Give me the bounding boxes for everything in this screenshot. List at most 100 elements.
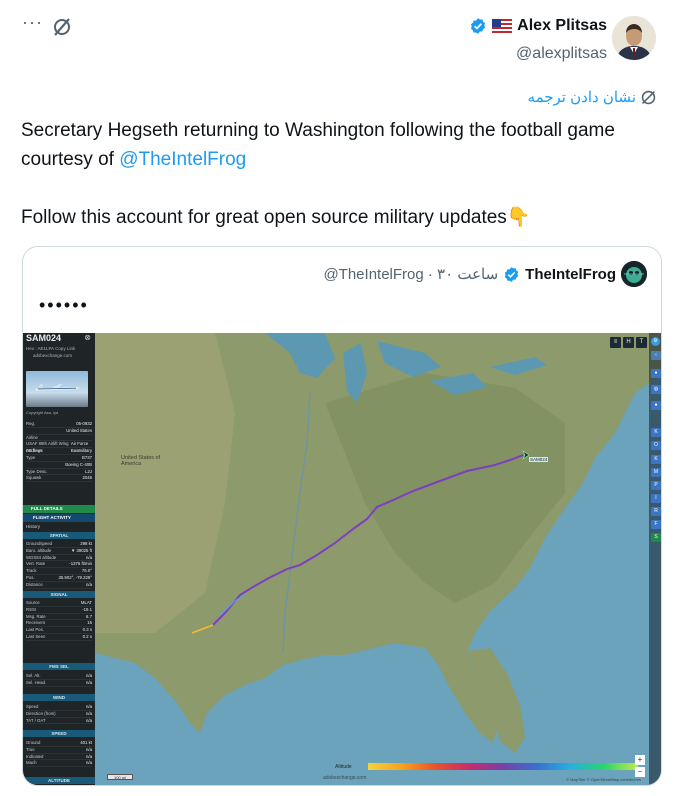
flight-map-image[interactable]: United States of America SAM024 ≡ H T ⚙ … <box>23 333 661 785</box>
map-layers-button[interactable]: ≡ <box>610 337 621 348</box>
panel-row-value: n/a <box>86 760 92 766</box>
panel-row-label: Airline <box>26 434 38 440</box>
spatial-rows: Groundspeed 298 kt Baro. altitude ▼ 39025 f… <box>26 541 92 589</box>
settings-icon[interactable]: ⚙ <box>651 337 660 346</box>
aircraft-info-panel: SAM024 ⊗ Hex : AE1LPA Copy Link adsbexch… <box>23 333 95 785</box>
spatial-section-header[interactable]: SPATIAL <box>23 532 95 539</box>
panel-row-value: ▼ 39025 ft <box>71 547 92 553</box>
map-top-buttons: ≡ H T <box>610 337 647 348</box>
panel-row-value: Air Force Base <box>70 441 89 453</box>
panel-row: DB flags military <box>26 448 92 455</box>
person-icon[interactable]: ● <box>651 369 661 378</box>
panel-row-value: Boeing C-40B <box>65 461 92 467</box>
altitude-legend <box>368 763 638 770</box>
panel-row-label: Sel. Head. <box>26 679 47 685</box>
panel-row-label: Last Pos. <box>26 627 44 633</box>
user-avatar[interactable] <box>612 16 656 60</box>
translate-link[interactable]: نشان دادن ترجمه <box>528 88 657 106</box>
panel-row: Receivers 16 <box>26 620 92 628</box>
mention-link[interactable]: @TheIntelFrog <box>119 149 246 170</box>
panel-row: Groundspeed 298 kt <box>26 541 92 548</box>
quoted-tweet-card[interactable]: @TheIntelFrog · ۳۰ ساعت TheIntelFrog •••… <box>22 246 662 786</box>
panel-row-value: n/a <box>86 673 92 678</box>
map-watermark: adsbexchange.com <box>323 775 367 781</box>
quote-text: •••••• <box>39 295 89 315</box>
history-link[interactable]: History <box>26 524 40 531</box>
toolbar-button-i[interactable]: I <box>651 494 661 503</box>
panel-row: Vert. Rate -1376 ft/min <box>26 561 92 569</box>
map-terrain <box>95 333 661 785</box>
toolbar-button-f[interactable]: F <box>651 520 661 529</box>
panel-row: Pos. 35.902°, -79.229° <box>26 575 92 582</box>
panel-row-label: Source <box>26 600 40 605</box>
panel-row-label: Sel. Alt. <box>26 673 41 678</box>
toolbar-button-m[interactable]: M <box>651 468 661 477</box>
panel-row: Speed n/a <box>26 704 92 711</box>
panel-row-label: Squawk <box>26 475 42 481</box>
full-details-button[interactable]: FULL DETAILS <box>23 505 95 513</box>
toolbar-button-k[interactable]: K <box>651 428 661 437</box>
chevron-left-icon[interactable]: ‹ <box>651 351 661 360</box>
flight-activity-button[interactable]: FLIGHT ACTIVITY <box>23 514 95 522</box>
panel-row: USAF 89th Airlift Wing Andrews Air Force … <box>26 441 92 453</box>
grok-slash-icon[interactable] <box>52 17 72 37</box>
close-icon[interactable]: ⊗ <box>84 334 91 342</box>
toolbar-button-o[interactable]: O <box>651 441 661 450</box>
user-name-row[interactable]: Alex Plitsas <box>469 17 607 35</box>
quote-header[interactable]: @TheIntelFrog · ۳۰ ساعت TheIntelFrog <box>323 261 647 287</box>
map-history-button[interactable]: H <box>623 337 634 348</box>
user-handle[interactable]: @alexplitsas <box>516 45 607 63</box>
zoom-out-button[interactable]: − <box>635 767 645 777</box>
panel-row: Type Desc. L2J <box>26 469 92 476</box>
aircraft-hex[interactable]: Hex : AE1LPA Copy Link <box>26 346 75 353</box>
map-right-toolbar: ⚙ ‹ ● ◍ ● K O K M P I R F S <box>649 333 661 785</box>
more-dots-icon[interactable]: ··· <box>22 13 44 32</box>
tweet-line-3-text: Follow this account for great open sourc… <box>21 207 507 228</box>
aircraft-photo[interactable] <box>26 371 88 407</box>
aircraft-detail-rows: Reg. 05-0932 United States Airline USAF 89th… <box>26 421 92 483</box>
panel-row: Sel. Head. n/a <box>26 680 92 687</box>
panel-row-label: Msg. Rate <box>26 613 46 619</box>
fms-section-header[interactable]: FMS SEL <box>23 663 95 670</box>
panel-row-label: True <box>26 746 35 752</box>
altitude-legend-label: Altitude <box>335 764 352 770</box>
zoom-in-button[interactable]: + <box>635 755 645 765</box>
map-track-button[interactable]: T <box>636 337 647 348</box>
user-display-name[interactable]: Alex Plitsas <box>517 17 607 35</box>
map-label-aircraft[interactable]: SAM024 <box>529 457 549 462</box>
panel-row: Airline <box>26 435 92 442</box>
panel-row-value: -19.1 <box>82 606 92 612</box>
panel-row-label: Type Desc. <box>26 468 48 474</box>
panel-row: RSSI -19.1 <box>26 607 92 614</box>
panel-row-value: MLAT <box>80 600 92 605</box>
toolbar-button-p[interactable]: P <box>651 481 661 490</box>
panel-row-label: USAF 89th Airlift Wing Andrews <box>26 441 69 453</box>
quote-avatar[interactable] <box>621 261 647 287</box>
panel-row-label: DB flags <box>26 448 43 454</box>
speed-section-header[interactable]: SPEED <box>23 730 95 737</box>
verified-badge-icon <box>505 266 519 282</box>
panel-row-value: n/a <box>86 554 92 560</box>
signal-section-header[interactable]: SIGNAL <box>23 591 95 598</box>
panel-row-label: Baro. altitude <box>26 547 52 553</box>
panel-row-value: n/a <box>86 717 92 723</box>
panel-row-label: Track <box>26 568 37 574</box>
toolbar-button-s[interactable]: S <box>651 533 661 542</box>
panel-row-value: -1376 ft/min <box>69 561 92 567</box>
translate-globe-icon <box>641 90 656 104</box>
quote-handle-time[interactable]: @TheIntelFrog · ۳۰ ساعت <box>323 265 498 283</box>
verified-badge-icon <box>471 18 486 34</box>
panel-row: Source MLAT <box>26 600 92 607</box>
quote-display-name[interactable]: TheIntelFrog <box>525 266 616 283</box>
panel-row-value: 2046 <box>82 475 92 481</box>
toolbar-button-r[interactable]: R <box>651 507 661 516</box>
toolbar-button-k2[interactable]: K <box>651 455 661 464</box>
globe-icon[interactable]: ◍ <box>651 385 661 394</box>
translate-label[interactable]: نشان دادن ترجمه <box>528 88 636 106</box>
panel-row: Reg. 05-0932 <box>26 421 92 428</box>
wind-section-header[interactable]: WIND <box>23 694 95 701</box>
tweet-line-2-prefix: courtesy of <box>21 149 120 170</box>
panel-row: Type B737 <box>26 455 92 462</box>
user-icon[interactable]: ● <box>651 401 661 410</box>
altitude-section-header[interactable]: ALTITUDE <box>23 777 95 784</box>
